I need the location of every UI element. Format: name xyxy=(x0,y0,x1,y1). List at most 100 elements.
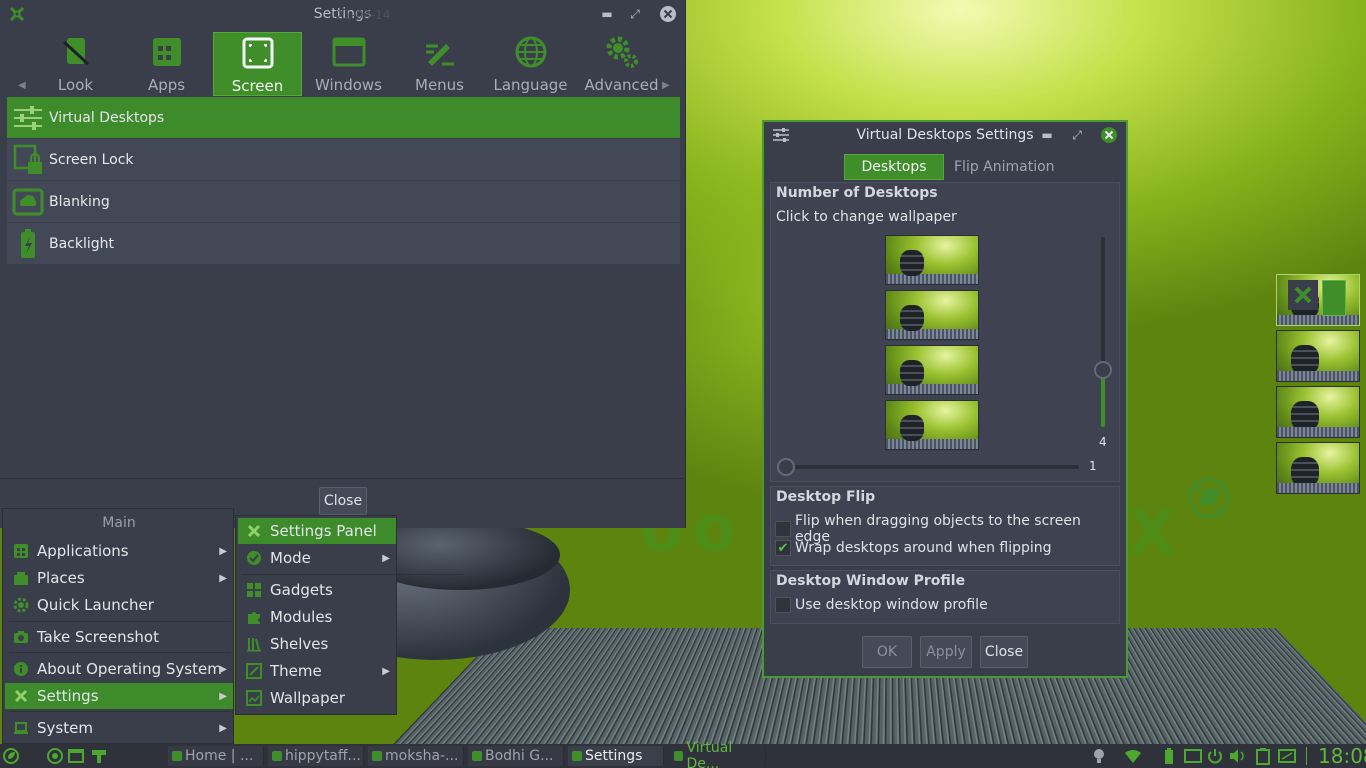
settings-icon xyxy=(247,524,261,538)
minimize-button[interactable]: ▬ xyxy=(596,3,618,25)
menu-item-about-os[interactable]: About Operating System ▶ xyxy=(5,656,233,682)
pager-desktop-3[interactable] xyxy=(1276,386,1360,438)
columns-slider-value: 1 xyxy=(1089,459,1097,473)
submenu-arrow-icon: ▶ xyxy=(219,722,227,734)
menu-item-places[interactable]: Places ▶ xyxy=(5,565,233,591)
look-icon xyxy=(62,38,89,66)
checkbox[interactable] xyxy=(775,521,791,537)
pager-vd-window xyxy=(1322,280,1346,316)
browser-icon[interactable] xyxy=(46,747,64,765)
menu-item-shelves[interactable]: Shelves xyxy=(238,631,396,657)
menus-icon xyxy=(425,44,454,66)
display-icon[interactable] xyxy=(1184,747,1202,765)
category-label: Menus xyxy=(415,76,464,94)
tab-flip-animation[interactable]: Flip Animation xyxy=(944,154,1065,180)
menu-item-applications[interactable]: Applications ▶ xyxy=(5,538,233,564)
maximize-button[interactable]: ⤢ xyxy=(624,3,646,25)
tray-divider xyxy=(1306,747,1307,765)
sliders-icon[interactable] xyxy=(772,127,790,143)
start-menu-icon[interactable] xyxy=(2,747,20,765)
wrap-desktops-option[interactable]: ✔ Wrap desktops around when flipping xyxy=(775,540,1052,556)
vd-titlebar[interactable]: Virtual Desktops Settings ▬ ⤢ xyxy=(764,122,1126,148)
task-label: Settings xyxy=(585,748,643,764)
taskbar-task[interactable]: hippytaff... xyxy=(268,746,364,766)
clipboard-icon[interactable] xyxy=(1254,747,1272,765)
settings-titlebar[interactable]: Settings 21-08-14 ▬ ⤢ xyxy=(0,0,685,28)
category-advanced[interactable]: Advanced xyxy=(577,32,666,96)
file-manager-icon[interactable] xyxy=(67,747,85,765)
apply-button[interactable]: Apply xyxy=(920,636,972,668)
menu-item-settings-panel[interactable]: Settings Panel xyxy=(238,518,396,544)
list-item-backlight[interactable]: Backlight xyxy=(7,223,680,265)
menu-item-take-screenshot[interactable]: Take Screenshot xyxy=(5,624,233,650)
menu-item-mode[interactable]: Mode ▶ xyxy=(238,545,396,571)
list-item-blanking[interactable]: Blanking xyxy=(7,181,680,223)
menu-item-quick-launcher[interactable]: Quick Launcher xyxy=(5,592,233,618)
menu-separator xyxy=(9,711,231,712)
taskbar-task[interactable]: moksha-... xyxy=(368,746,464,766)
settings-title-ghost: 21-08-14 xyxy=(336,8,391,22)
taskbar-task[interactable]: Bodhi G... xyxy=(468,746,564,766)
menu-item-system[interactable]: System ▶ xyxy=(5,715,233,741)
ok-button[interactable]: OK xyxy=(862,636,912,668)
taskbar-task[interactable]: Virtual De... xyxy=(670,740,766,768)
list-item-screen-lock[interactable]: Screen Lock xyxy=(7,139,680,181)
columns-slider-handle[interactable] xyxy=(777,458,795,476)
minimize-button[interactable]: ▬ xyxy=(1036,124,1058,146)
wifi-icon[interactable] xyxy=(1124,747,1142,765)
checkbox-checked[interactable]: ✔ xyxy=(775,540,791,556)
number-of-desktops-frame: Number of Desktops Click to change wallp… xyxy=(770,182,1120,482)
battery-icon xyxy=(21,228,35,258)
submenu-arrow-icon: ▶ xyxy=(382,552,390,564)
maximize-button[interactable]: ⤢ xyxy=(1066,124,1088,146)
checkbox[interactable] xyxy=(775,597,791,613)
category-screen[interactable]: Screen xyxy=(213,32,302,96)
clock[interactable]: 18:08 xyxy=(1318,744,1366,768)
category-label: Screen xyxy=(231,77,284,95)
task-label: moksha-... xyxy=(385,748,459,764)
desktop-thumbnail[interactable] xyxy=(885,400,979,450)
rows-slider-handle[interactable] xyxy=(1094,361,1112,379)
lightbulb-icon[interactable] xyxy=(1090,747,1108,765)
battery-icon[interactable] xyxy=(1160,747,1178,765)
category-apps[interactable]: Apps xyxy=(122,32,211,96)
power-icon[interactable] xyxy=(1206,747,1224,765)
keyboard-icon[interactable] xyxy=(1278,747,1296,765)
list-item-virtual-desktops[interactable]: Virtual Desktops xyxy=(7,97,680,139)
close-button[interactable] xyxy=(657,3,679,25)
menu-item-theme[interactable]: Theme ▶ xyxy=(238,658,396,684)
category-look[interactable]: Look xyxy=(31,32,120,96)
desktop-thumbnail[interactable] xyxy=(885,345,979,395)
taskbar-task[interactable]: Settings xyxy=(568,746,664,766)
list-item-label: Screen Lock xyxy=(49,151,134,168)
settings-close-button[interactable]: Close xyxy=(319,487,367,515)
menu-item-label: Take Screenshot xyxy=(37,628,159,646)
columns-slider-track[interactable] xyxy=(783,465,1079,469)
blanking-icon xyxy=(12,188,44,215)
use-profile-option[interactable]: Use desktop window profile xyxy=(775,597,988,613)
shelves-icon xyxy=(247,638,261,652)
menu-item-label: Applications xyxy=(37,542,129,560)
scroll-right-icon[interactable]: ▶ xyxy=(662,80,670,91)
menu-item-label: Mode xyxy=(270,549,311,567)
category-language[interactable]: Language xyxy=(486,32,575,96)
volume-icon[interactable] xyxy=(1228,747,1246,765)
menu-item-wallpaper[interactable]: Wallpaper xyxy=(238,685,396,711)
menu-item-gadgets[interactable]: Gadgets xyxy=(238,577,396,603)
tab-desktops[interactable]: Desktops xyxy=(844,154,944,180)
pager-desktop-4[interactable] xyxy=(1276,442,1360,494)
menu-item-modules[interactable]: Modules xyxy=(238,604,396,630)
category-windows[interactable]: Windows xyxy=(304,32,393,96)
close-button[interactable] xyxy=(1098,124,1120,146)
menu-item-settings[interactable]: Settings ▶ xyxy=(5,683,233,709)
gears-icon xyxy=(606,36,638,68)
close-button[interactable]: Close xyxy=(980,636,1028,668)
settings-app-icon[interactable] xyxy=(8,5,26,23)
desktop-thumbnail[interactable] xyxy=(885,235,979,285)
scroll-left-icon[interactable]: ◀ xyxy=(18,80,26,91)
category-menus[interactable]: Menus xyxy=(395,32,484,96)
terminal-icon[interactable] xyxy=(90,747,108,765)
desktop-thumbnail[interactable] xyxy=(885,290,979,340)
taskbar-task[interactable]: Home | ... xyxy=(168,746,264,766)
pager-desktop-2[interactable] xyxy=(1276,330,1360,382)
